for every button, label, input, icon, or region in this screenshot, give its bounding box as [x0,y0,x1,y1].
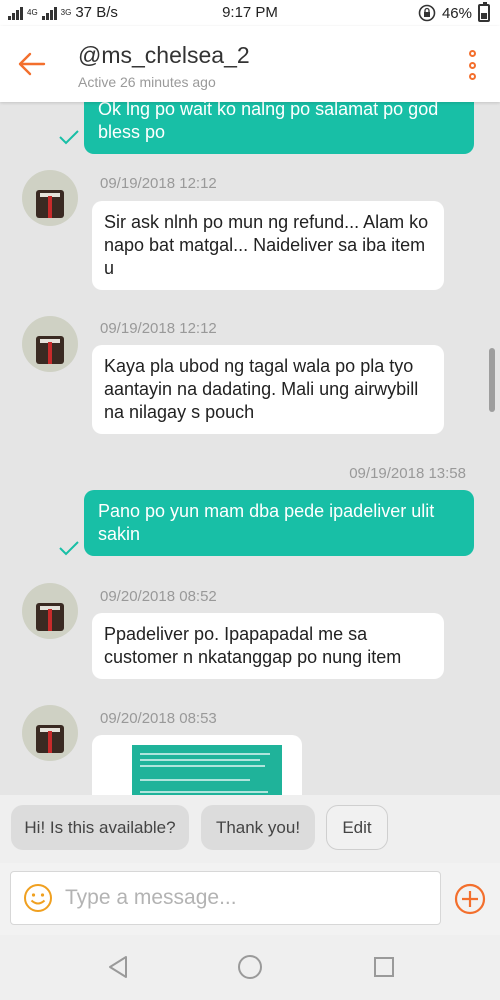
quick-replies: Hi! Is this available? Thank you! Edit [0,795,500,863]
scrollbar[interactable] [489,348,495,412]
chat-username: @ms_chelsea_2 [78,42,250,68]
plus-circle-icon[interactable] [454,883,486,915]
more-vertical-icon[interactable] [466,50,478,80]
chat-messages[interactable]: Ok lng po wait ko nalng po salamat po go… [0,102,500,795]
battery-percent: 46% [441,4,472,22]
emoji-icon[interactable] [23,883,53,913]
message-bubble-outgoing: Ok lng po wait ko nalng po salamat po go… [84,102,474,154]
nav-home-icon[interactable] [236,953,264,981]
message-bubble-incoming: Sir ask nlnh po mun ng refund... Alam ko… [92,201,444,290]
check-icon [59,541,79,556]
check-icon [59,130,79,145]
avatar[interactable] [22,705,78,761]
nav-recents-icon[interactable] [370,953,398,981]
system-nav-bar [0,935,500,1000]
message-timestamp: 09/20/2018 08:53 [100,710,217,727]
avatar[interactable] [22,583,78,639]
avatar[interactable] [22,316,78,372]
message-composer [0,863,500,935]
last-active-status: Active 26 minutes ago [78,74,216,90]
nav-back-icon[interactable] [104,953,132,981]
avatar[interactable] [22,170,78,226]
chat-header: @ms_chelsea_2 Active 26 minutes ago [0,26,500,102]
battery-icon [478,2,490,22]
message-timestamp: 09/19/2018 12:12 [100,320,217,337]
quick-reply-thank-you[interactable]: Thank you! [201,805,315,850]
status-bar: 4G 3G 37 B/s 9:17 PM 46% [0,0,500,26]
message-bubble-incoming: Kaya pla ubod ng tagal wala po pla tyo a… [92,345,444,434]
back-arrow-icon[interactable] [14,46,50,82]
image-thumbnail [132,745,282,795]
status-right: 46% [418,2,490,22]
message-input[interactable] [65,880,425,916]
message-bubble-outgoing: Pano po yun mam dba pede ipadeliver ulit… [84,490,474,556]
quick-reply-available[interactable]: Hi! Is this available? [11,805,189,850]
message-input-box[interactable] [10,871,441,925]
message-timestamp: 09/20/2018 08:52 [100,588,217,605]
image-message[interactable] [92,735,302,795]
edit-quick-replies-button[interactable]: Edit [326,805,388,850]
message-timestamp: 09/19/2018 12:12 [100,175,217,192]
message-bubble-incoming: Ppadeliver po. Ipapapadal me sa customer… [92,613,444,679]
rotation-lock-icon [418,4,436,22]
message-timestamp: 09/19/2018 13:58 [349,465,466,482]
